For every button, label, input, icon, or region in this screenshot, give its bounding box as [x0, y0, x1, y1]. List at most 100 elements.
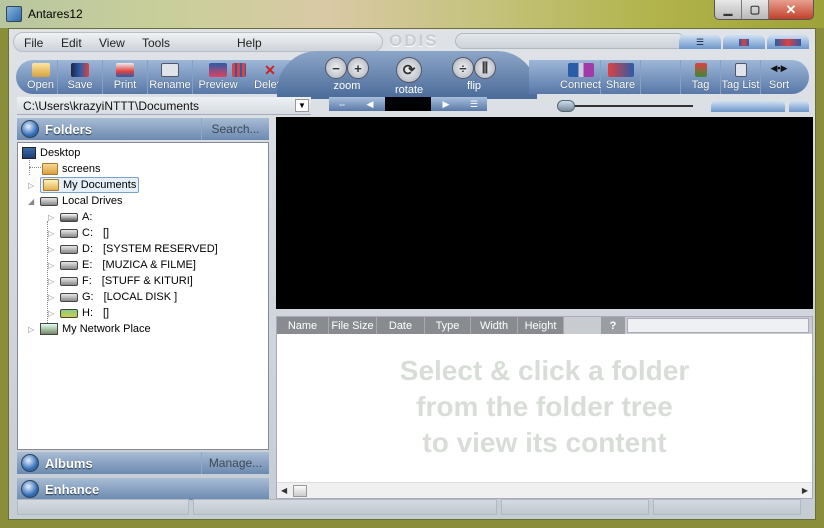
maximize-button[interactable]: ▢	[742, 0, 769, 19]
expand-icon[interactable]: ▷	[28, 181, 34, 190]
documents-folder-icon	[43, 179, 59, 191]
thumbnail-size-slider[interactable]	[557, 100, 697, 112]
scroll-right-icon[interactable]: ▶	[802, 486, 808, 495]
tree-node-my-documents[interactable]: My Documents	[40, 177, 140, 193]
help-button[interactable]: ?	[601, 317, 625, 334]
column-name[interactable]: Name	[277, 317, 329, 334]
view-tab-thumbs[interactable]	[767, 35, 809, 49]
rename-button[interactable]: Rename	[148, 60, 193, 94]
nav-display	[385, 97, 431, 111]
thumbnails-icon	[232, 63, 246, 77]
next-button[interactable]: ▶	[431, 97, 461, 111]
column-width[interactable]: Width	[471, 317, 518, 334]
filter-input[interactable]	[627, 318, 809, 333]
zoom-out-button[interactable]: −	[325, 57, 347, 79]
tree-node-drive-d[interactable]: D: [SYSTEM RESERVED]	[60, 241, 218, 257]
cd-drive-icon	[60, 308, 78, 318]
connect-button[interactable]: Connect	[560, 60, 601, 94]
thumbnails-button[interactable]	[229, 60, 249, 94]
close-button[interactable]: ✕	[769, 0, 813, 19]
collapse-icon[interactable]: ◢	[28, 197, 34, 206]
tag-button[interactable]: Tag	[681, 60, 721, 94]
single-image-icon	[739, 38, 749, 46]
printer-icon	[116, 63, 134, 77]
rotate-button[interactable]: ⟳	[396, 57, 423, 83]
view-tab-single[interactable]	[723, 35, 765, 49]
expand-icon[interactable]: ▷	[48, 213, 54, 222]
folders-panel-header[interactable]: Folders Search...	[17, 118, 269, 140]
tree-node-drive-a[interactable]: A:	[60, 209, 102, 225]
column-date[interactable]: Date	[377, 317, 425, 334]
expand-icon[interactable]: ▷	[48, 261, 54, 270]
swap-button[interactable]: ⇔	[329, 97, 355, 111]
minimize-button[interactable]: ▁	[715, 0, 742, 19]
open-button[interactable]: Open	[24, 60, 58, 94]
expand-icon[interactable]: ▷	[48, 293, 54, 302]
menu-file[interactable]: File	[24, 36, 43, 50]
flip-horizontal-button[interactable]: ⫼	[474, 57, 496, 79]
hard-drive-icon	[60, 228, 78, 238]
zoom-in-button[interactable]: +	[347, 57, 369, 79]
status-panel-3	[501, 499, 649, 515]
app-frame: File Edit View Tools Help ODIS ☰ Open Sa…	[8, 28, 816, 520]
expand-icon[interactable]: ▷	[48, 277, 54, 286]
sort-icon: ◀▪▶	[770, 63, 788, 73]
drives-icon	[40, 196, 58, 206]
path-bar[interactable]: C:\Users\krazyiNTTT\Documents ▼	[17, 97, 311, 115]
share-button[interactable]: Share	[601, 60, 641, 94]
tree-node-drive-f[interactable]: F: [STUFF & KITURI]	[60, 273, 193, 289]
enhance-panel-header[interactable]: Enhance	[17, 478, 269, 500]
view-tab-list[interactable]: ☰	[679, 35, 721, 49]
albums-title: Albums	[45, 455, 93, 471]
albums-panel-header[interactable]: Albums Manage...	[17, 452, 269, 474]
list-button[interactable]: ☰	[461, 97, 487, 111]
save-button[interactable]: Save	[58, 60, 103, 94]
tag-list-button[interactable]: Tag List	[721, 60, 761, 94]
tree-node-drive-g[interactable]: G: [LOCAL DISK ]	[60, 289, 177, 305]
folder-tree: Desktop screens ▷ My Documents ◢ Local D…	[17, 142, 269, 450]
layout-tab-split[interactable]	[711, 101, 785, 112]
hard-drive-icon	[60, 292, 78, 302]
path-input[interactable]: C:\Users\krazyiNTTT\Documents	[23, 99, 199, 113]
thumbnails-icon	[775, 38, 801, 46]
column-file-size[interactable]: File Size	[329, 317, 377, 334]
scroll-left-icon[interactable]: ◀	[281, 486, 287, 495]
folders-search-button[interactable]: Search...	[201, 118, 269, 140]
sort-button[interactable]: ◀▪▶ Sort	[761, 60, 797, 94]
slider-knob[interactable]	[557, 100, 575, 112]
tree-node-screens[interactable]: screens	[42, 161, 101, 177]
tree-node-drive-e[interactable]: E: [MUZICA & FILME]	[60, 257, 196, 273]
layout-tabs	[711, 101, 809, 112]
tree-node-drive-c[interactable]: C:[]	[60, 225, 109, 241]
floppy-drive-icon	[60, 212, 78, 222]
hard-drive-icon	[60, 276, 78, 286]
save-disk-icon	[71, 63, 89, 77]
expand-icon[interactable]: ▷	[28, 325, 34, 334]
tree-node-desktop[interactable]: Desktop	[22, 145, 80, 161]
column-height[interactable]: Height	[518, 317, 564, 334]
menu-edit[interactable]: Edit	[61, 36, 82, 50]
expand-icon[interactable]: ▷	[48, 229, 54, 238]
column-type[interactable]: Type	[425, 317, 471, 334]
albums-manage-button[interactable]: Manage...	[201, 452, 269, 474]
tree-node-local-drives[interactable]: Local Drives	[40, 193, 123, 209]
delete-x-icon: ✕	[264, 62, 276, 78]
tree-node-drive-h[interactable]: H:[]	[60, 305, 109, 321]
expand-icon[interactable]: ▷	[48, 309, 54, 318]
expand-icon[interactable]: ▷	[48, 245, 54, 254]
flip-vertical-button[interactable]: ÷	[452, 57, 474, 79]
menu-help[interactable]: Help	[237, 36, 262, 50]
path-dropdown-button[interactable]: ▼	[295, 99, 309, 112]
window-controls: ▁ ▢ ✕	[714, 0, 814, 20]
tree-node-network[interactable]: My Network Place	[40, 321, 151, 337]
status-bar	[17, 499, 809, 517]
menu-tools[interactable]: Tools	[142, 36, 170, 50]
menu-view[interactable]: View	[99, 36, 125, 50]
file-toolbar: Open Save Print Rename Preview ✕ Delete	[16, 60, 291, 94]
layout-tab-single[interactable]	[789, 101, 809, 112]
horizontal-scrollbar[interactable]: ◀ ▶	[277, 482, 812, 498]
scroll-thumb[interactable]	[293, 485, 307, 497]
previous-button[interactable]: ◀	[355, 97, 385, 111]
brand-logo: ODIS	[389, 31, 439, 50]
print-button[interactable]: Print	[103, 60, 148, 94]
